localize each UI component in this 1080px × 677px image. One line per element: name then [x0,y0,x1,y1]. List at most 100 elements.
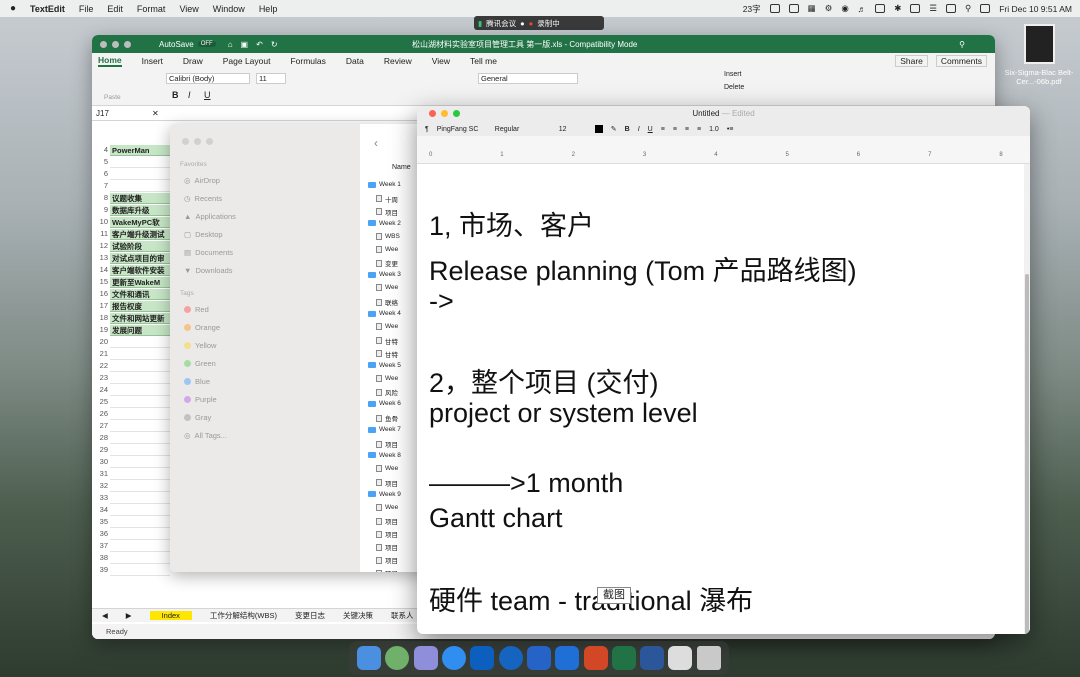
gear-icon[interactable]: ⚙ [825,3,833,14]
launchpad-icon[interactable] [413,646,438,670]
row-number[interactable]: 13 [92,253,108,262]
row-number[interactable]: 24 [92,385,108,394]
folder-row[interactable]: Week 2 [368,220,401,227]
autosave-toggle[interactable]: OFF [197,41,216,47]
comments-button[interactable]: Comments [935,54,987,67]
tab-review[interactable]: Review [384,56,412,66]
tag-blue[interactable]: Blue [184,377,210,386]
row-number[interactable]: 31 [92,469,108,478]
row-number[interactable]: 22 [92,361,108,370]
folder-row[interactable]: Week 7 [368,426,401,433]
bold-icon[interactable]: B [172,90,179,100]
finder-icon[interactable] [357,646,382,670]
tab-page-layout[interactable]: Page Layout [223,56,271,66]
row-number[interactable]: 10 [92,217,108,226]
menu-edit[interactable]: Edit [107,4,123,14]
text-color-swatch[interactable] [594,125,603,133]
cell[interactable] [110,493,170,504]
app-icon[interactable] [946,4,956,13]
menu-app-name[interactable]: TextEdit [30,4,65,14]
font-size-select[interactable]: 11 [256,73,286,84]
justify-icon[interactable]: ≡ [697,126,701,133]
apple-icon[interactable]: ● [10,3,16,14]
file-row[interactable]: 甘特 [376,336,398,346]
row-number[interactable]: 32 [92,481,108,490]
row-number[interactable]: 7 [92,181,108,190]
cell[interactable]: 发展问题 [110,325,170,336]
cell-reference[interactable]: J17 [92,109,144,118]
sheet-tab-wbs[interactable]: 工作分解结构(WBS) [210,610,277,621]
bluetooth-icon[interactable]: ✱ [894,3,901,14]
file-row[interactable]: WBS [376,232,400,240]
list-icon[interactable]: •≡ [727,126,734,133]
file-row[interactable]: Wee [376,374,398,382]
battery-icon[interactable] [910,4,921,13]
text-area[interactable]: 1, 市场、客户 Release planning (Tom 产品路线图) ->… [417,164,1024,634]
cell[interactable] [110,469,170,480]
sidebar-item-downloads[interactable]: ▼ Downloads [184,266,233,275]
sheet-tab-changelog[interactable]: 变更日志 [295,610,325,621]
cell[interactable]: 议题收集 [110,193,170,204]
font-select[interactable]: Calibri (Body) [166,73,250,84]
folder-row[interactable]: Week 9 [368,491,401,498]
row-number[interactable]: 19 [92,325,108,334]
tag-red[interactable]: Red [184,305,209,314]
file-row[interactable]: 项目 [376,207,398,217]
record-icon[interactable]: ● [529,19,534,28]
row-number[interactable]: 4 [92,145,108,154]
close-button[interactable] [429,110,436,117]
tab-formulas[interactable]: Formulas [290,56,325,66]
font-size-select[interactable]: 12 [559,126,587,133]
number-format-select[interactable]: General [478,73,578,84]
cell[interactable]: 文件和通讯 [110,289,170,300]
row-number[interactable]: 20 [92,337,108,346]
align-left-icon[interactable]: ≡ [661,126,665,133]
paragraph-style-icon[interactable]: ¶ [425,126,429,133]
file-row[interactable]: 鱼骨 [376,413,398,423]
close-button[interactable] [100,40,107,48]
name-column-header[interactable]: Name [392,164,411,171]
row-number[interactable]: 38 [92,553,108,562]
row-number[interactable]: 29 [92,445,108,454]
chrome-icon[interactable] [385,646,410,670]
file-row[interactable]: Wee [376,464,398,472]
row-number[interactable]: 21 [92,349,108,358]
outlook-icon[interactable] [470,646,495,670]
file-row[interactable]: 项目 [376,516,398,526]
cancel-icon[interactable]: ✕ [152,109,159,118]
tab-insert[interactable]: Insert [142,56,163,66]
cell[interactable] [110,517,170,528]
row-number[interactable]: 28 [92,433,108,442]
file-row[interactable]: 项目 [376,478,398,488]
menu-view[interactable]: View [179,4,198,14]
sheet-tab-contacts[interactable]: 联系人 [391,610,414,621]
row-number[interactable]: 27 [92,421,108,430]
cell[interactable]: WakeMyPC软 [110,217,170,228]
share-button[interactable]: Share [895,54,928,67]
cell[interactable]: 文件和网站更新 [110,313,170,324]
desktop-file-icon[interactable] [1024,24,1055,64]
menu-file[interactable]: File [79,4,94,14]
zoom-button[interactable] [453,110,460,117]
italic-icon[interactable]: I [188,90,191,100]
underline-icon[interactable]: U [648,126,653,133]
trash-icon[interactable] [696,646,721,670]
cell[interactable] [110,397,170,408]
cell[interactable] [110,529,170,540]
cell[interactable] [110,505,170,516]
status-icon[interactable] [769,4,780,13]
mic-icon[interactable]: ● [520,19,525,28]
zoom-button[interactable] [206,138,213,145]
search-icon[interactable]: ⚲ [965,3,971,14]
tag-yellow[interactable]: Yellow [184,341,216,350]
minimize-button[interactable] [194,138,201,145]
file-row[interactable]: 风险 [376,387,398,397]
row-number[interactable]: 6 [92,169,108,178]
row-number[interactable]: 30 [92,457,108,466]
row-number[interactable]: 33 [92,493,108,502]
prev-sheet-icon[interactable]: ◀ [102,611,108,620]
excel-icon[interactable] [611,646,636,670]
clock[interactable]: Fri Dec 10 9:51 AM [999,4,1072,14]
bold-icon[interactable]: B [625,126,630,133]
row-number[interactable]: 16 [92,289,108,298]
